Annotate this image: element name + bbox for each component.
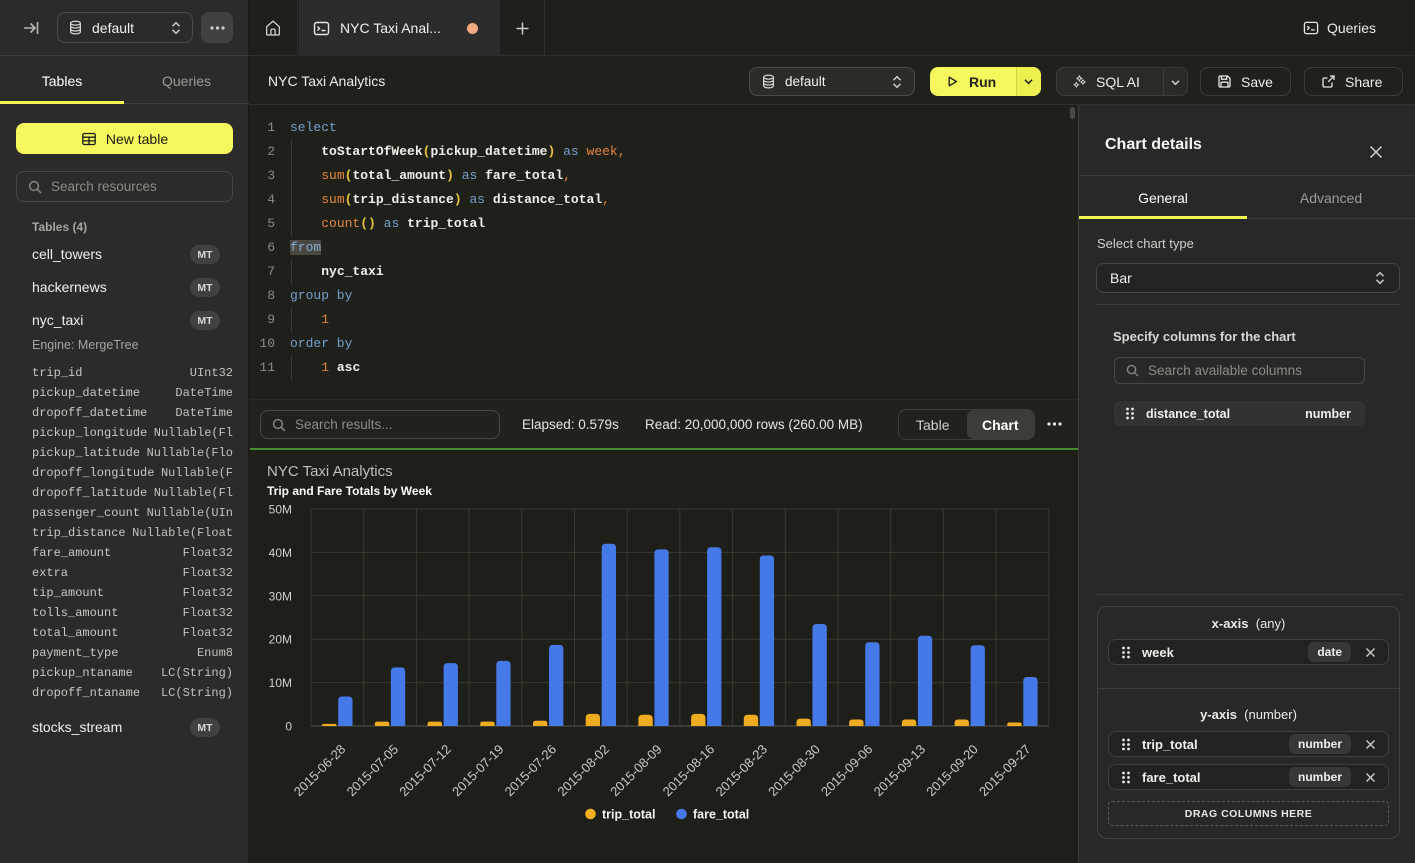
svg-text:10M: 10M (269, 676, 292, 690)
svg-text:2015-07-12: 2015-07-12 (396, 742, 454, 800)
svg-text:30M: 30M (269, 589, 292, 603)
svg-text:2015-08-23: 2015-08-23 (712, 742, 770, 800)
svg-text:0: 0 (285, 720, 292, 734)
svg-text:2015-07-26: 2015-07-26 (502, 742, 560, 800)
svg-text:2015-07-05: 2015-07-05 (344, 742, 402, 800)
svg-text:2015-06-28: 2015-06-28 (291, 742, 349, 800)
svg-text:trip_total: trip_total (602, 808, 655, 822)
svg-text:fare_total: fare_total (693, 808, 749, 822)
svg-text:2015-08-30: 2015-08-30 (765, 742, 823, 800)
svg-text:2015-09-13: 2015-09-13 (871, 742, 929, 800)
svg-text:2015-09-27: 2015-09-27 (976, 742, 1034, 800)
svg-text:40M: 40M (269, 546, 292, 560)
svg-text:2015-07-19: 2015-07-19 (449, 742, 507, 800)
svg-text:NYC Taxi Analytics: NYC Taxi Analytics (267, 463, 393, 480)
svg-text:2015-09-06: 2015-09-06 (818, 742, 876, 800)
svg-text:2015-09-20: 2015-09-20 (923, 742, 981, 800)
svg-text:2015-08-16: 2015-08-16 (660, 742, 718, 800)
svg-text:2015-08-09: 2015-08-09 (607, 742, 665, 800)
svg-text:Trip and Fare Totals by Week: Trip and Fare Totals by Week (267, 484, 432, 498)
svg-text:2015-08-02: 2015-08-02 (554, 742, 612, 800)
svg-text:50M: 50M (269, 503, 292, 517)
svg-text:20M: 20M (269, 633, 292, 647)
